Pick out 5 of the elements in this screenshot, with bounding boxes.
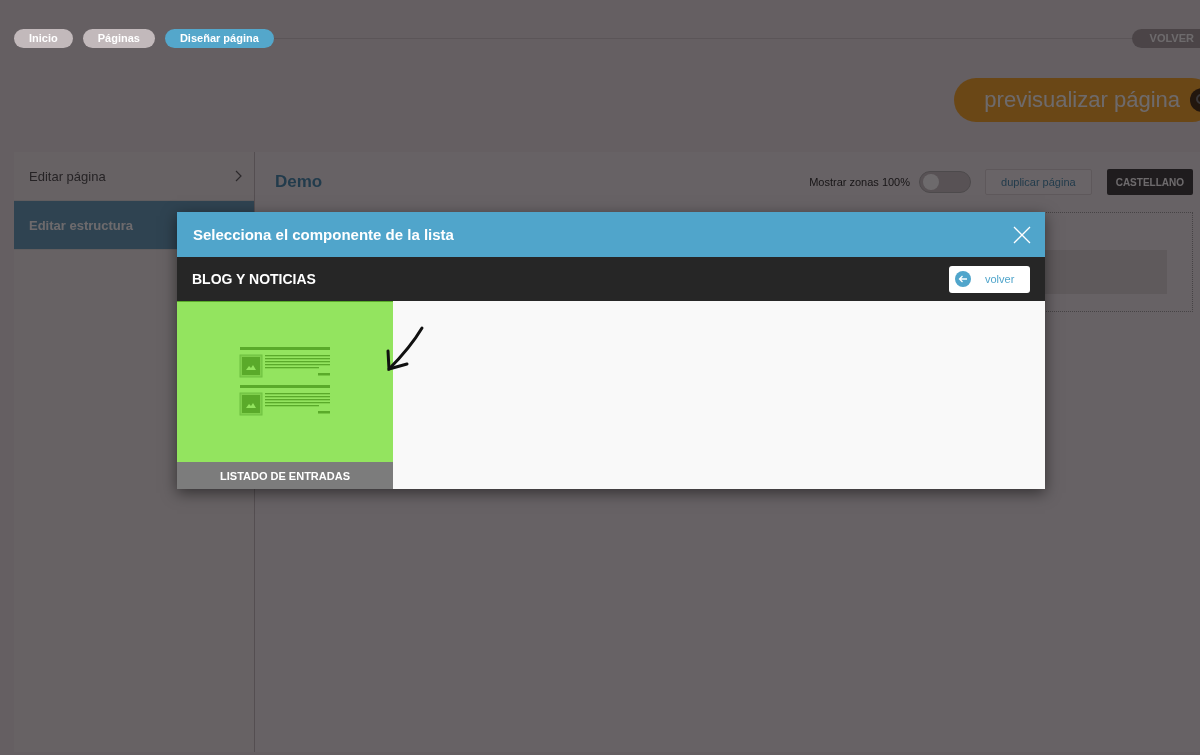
page-title: Demo xyxy=(275,172,323,192)
modal-title: Selecciona el componente de la lista xyxy=(193,226,454,243)
toggle-label: Mostrar zonas 100% xyxy=(809,176,911,188)
tile-caption: LISTADO DE ENTRADAS xyxy=(177,462,393,489)
category-title: BLOG Y NOTICIAS xyxy=(192,271,316,287)
